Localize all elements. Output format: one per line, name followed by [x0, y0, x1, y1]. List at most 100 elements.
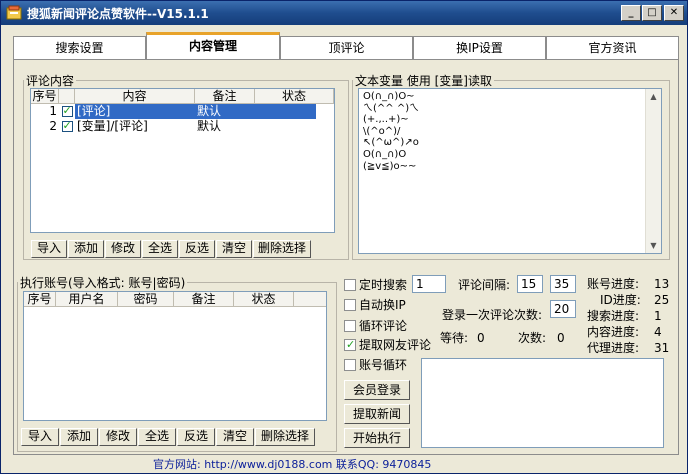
col-status[interactable]: 状态	[255, 89, 334, 103]
table-row[interactable]: 1 [评论] 默认	[31, 104, 334, 119]
edit-button[interactable]: 修改	[99, 428, 137, 446]
app-icon	[6, 5, 22, 20]
per-login-input[interactable]: 20	[550, 300, 576, 318]
comments-list[interactable]: 序号 内容 备注 状态 1 [评论] 默认 2 [变量]/[评论] 默认	[30, 88, 335, 233]
tab-content-management[interactable]: 内容管理	[146, 32, 280, 61]
fetch-user-comment-checkbox[interactable]: 提取网友评论	[344, 337, 431, 353]
interval-min-input[interactable]: 15	[517, 275, 543, 293]
variables-textarea[interactable]: O(∩_∩)O~ ㄟ(^^ ^)ㄟ (+.,..+)~ \(^o^)/ ↖(^ω…	[358, 88, 662, 254]
tab-top-comment[interactable]: 顶评论	[280, 36, 413, 60]
timed-search-label: 定时搜索	[359, 278, 408, 292]
comments-list-header: 序号 内容 备注 状态	[31, 89, 334, 104]
loop-comment-label: 循环评论	[359, 319, 408, 333]
count-value: 0	[557, 331, 565, 345]
variables-scrollbar[interactable]: ▲ ▼	[645, 89, 661, 253]
checkbox-checked-icon[interactable]	[344, 337, 356, 353]
proxy-progress-label: 代理进度:	[587, 341, 640, 355]
clear-button[interactable]: 清空	[216, 428, 254, 446]
timed-search-input[interactable]: 1	[412, 275, 446, 293]
minimize-button[interactable]: _	[621, 5, 641, 21]
account-loop-checkbox[interactable]: 账号循环	[344, 357, 407, 373]
scroll-down-icon[interactable]: ▼	[646, 238, 661, 253]
col-no[interactable]: 序号	[31, 89, 59, 103]
close-button[interactable]: ✕	[664, 5, 684, 21]
timed-search-checkbox[interactable]: 定时搜索	[344, 277, 407, 293]
tab-official-news[interactable]: 官方资讯	[546, 36, 679, 60]
invert-selection-button[interactable]: 反选	[177, 428, 215, 446]
row-no: 2	[49, 119, 57, 133]
row-no: 1	[49, 104, 57, 118]
variables-text: O(∩_∩)O~ ㄟ(^^ ^)ㄟ (+.,..+)~ \(^o^)/ ↖(^ω…	[363, 91, 420, 172]
checkbox-icon[interactable]	[344, 359, 356, 371]
clear-button[interactable]: 清空	[216, 240, 252, 258]
select-all-button[interactable]: 全选	[142, 240, 178, 258]
row-content: [评论]	[75, 104, 195, 119]
import-button[interactable]: 导入	[31, 240, 67, 258]
window-title: 搜狐新闻评论点赞软件--V15.1.1	[27, 7, 209, 21]
row-checkbox[interactable]	[59, 119, 75, 134]
auto-ip-checkbox[interactable]: 自动换IP	[344, 297, 406, 313]
checkbox-icon[interactable]	[344, 299, 356, 311]
col-note[interactable]: 备注	[195, 89, 255, 103]
member-login-button[interactable]: 会员登录	[344, 380, 410, 400]
invert-selection-button[interactable]: 反选	[179, 240, 215, 258]
tab-ip-settings[interactable]: 换IP设置	[413, 36, 546, 60]
search-progress-label: 搜索进度:	[587, 309, 640, 323]
accounts-toolbar: 导入 添加 修改 全选 反选 清空 删除选择	[21, 428, 315, 446]
maximize-button[interactable]: □	[642, 5, 662, 21]
status-bar: 官方网站: http://www.dj0188.com 联系QQ: 947084…	[153, 458, 432, 471]
variables-legend: 文本变量 使用 [变量]读取	[355, 74, 492, 88]
fetch-news-button[interactable]: 提取新闻	[344, 404, 410, 424]
accounts-list-header: 序号 用户名 密码 备注 状态	[24, 292, 326, 307]
checkbox-icon[interactable]	[344, 320, 356, 332]
delete-selected-button[interactable]: 删除选择	[253, 240, 311, 258]
content-progress-label: 内容进度:	[587, 325, 640, 339]
comments-toolbar: 导入 添加 修改 全选 反选 清空 删除选择	[31, 240, 311, 258]
loop-comment-checkbox[interactable]: 循环评论	[344, 318, 407, 334]
add-button[interactable]: 添加	[68, 240, 104, 258]
select-all-button[interactable]: 全选	[138, 428, 176, 446]
accounts-list[interactable]: 序号 用户名 密码 备注 状态	[23, 291, 327, 421]
col-username[interactable]: 用户名	[56, 292, 118, 306]
checkbox-icon[interactable]	[344, 279, 356, 291]
tab-bar: 搜索设置 内容管理 顶评论 换IP设置 官方资讯	[13, 32, 679, 61]
col-password[interactable]: 密码	[118, 292, 174, 306]
id-progress-value: 25	[654, 293, 670, 307]
row-note: 默认	[195, 104, 255, 119]
fetch-user-comment-label: 提取网友评论	[359, 338, 432, 352]
col-content[interactable]: 内容	[75, 89, 195, 103]
row-note: 默认	[197, 119, 222, 133]
per-login-label: 登录一次评论次数:	[442, 308, 543, 322]
delete-selected-button[interactable]: 删除选择	[255, 428, 315, 446]
row-status	[255, 104, 316, 119]
add-button[interactable]: 添加	[60, 428, 98, 446]
import-button[interactable]: 导入	[21, 428, 59, 446]
table-row[interactable]: 2 [变量]/[评论] 默认	[31, 119, 334, 134]
title-bar[interactable]: 搜狐新闻评论点赞软件--V15.1.1 _ □ ✕	[1, 1, 687, 25]
tab-search-settings[interactable]: 搜索设置	[13, 36, 146, 60]
col-status[interactable]: 状态	[234, 292, 294, 306]
checkbox-checked-icon[interactable]	[61, 104, 73, 118]
auto-ip-label: 自动换IP	[359, 298, 406, 312]
row-content: [变量]/[评论]	[77, 119, 148, 133]
wait-label: 等待:	[440, 331, 469, 345]
accounts-legend: 执行账号(导入格式: 账号|密码)	[20, 276, 186, 290]
comments-legend: 评论内容	[26, 74, 75, 88]
count-label: 次数:	[518, 331, 547, 345]
row-checkbox[interactable]	[59, 104, 75, 119]
row-status	[255, 119, 316, 134]
edit-button[interactable]: 修改	[105, 240, 141, 258]
interval-max-input[interactable]: 35	[550, 275, 576, 293]
scroll-up-icon[interactable]: ▲	[646, 89, 661, 104]
tab-panel: 评论内容 序号 内容 备注 状态 1 [评论] 默认 2 [变量]/[评论]	[13, 59, 679, 455]
wait-value: 0	[477, 331, 485, 345]
log-textarea[interactable]	[421, 358, 664, 448]
account-progress-value: 13	[654, 277, 670, 291]
checkbox-checked-icon[interactable]	[61, 119, 73, 133]
id-progress-label: ID进度:	[600, 293, 641, 307]
col-no[interactable]: 序号	[24, 292, 56, 306]
col-note[interactable]: 备注	[174, 292, 234, 306]
col-check[interactable]	[59, 89, 75, 103]
start-button[interactable]: 开始执行	[344, 428, 410, 448]
search-progress-value: 1	[654, 309, 662, 323]
